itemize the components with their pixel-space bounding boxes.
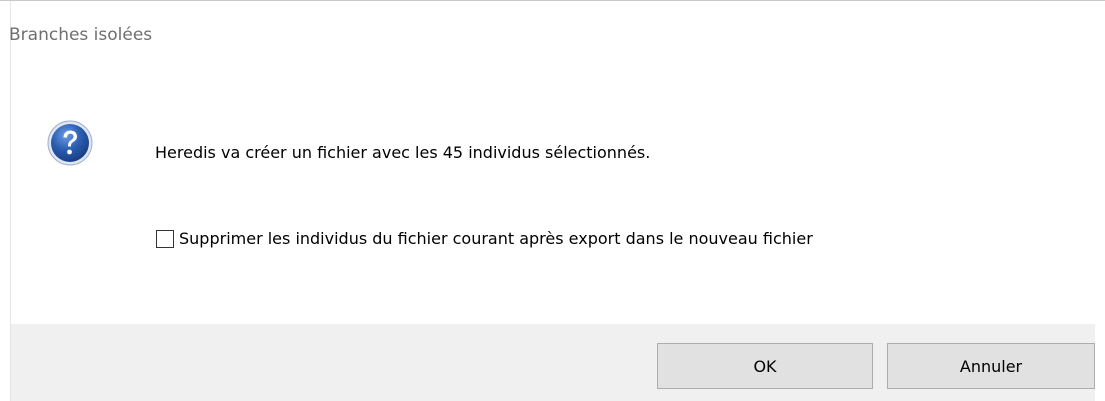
dialog-message: Heredis va créer un fichier avec les 45 …: [155, 143, 651, 162]
cancel-button[interactable]: Annuler: [887, 343, 1095, 389]
window-title: Branches isolées: [9, 25, 153, 45]
delete-after-export-option[interactable]: Supprimer les individus du fichier coura…: [156, 229, 813, 248]
question-icon: [46, 119, 94, 167]
delete-after-export-label[interactable]: Supprimer les individus du fichier coura…: [179, 229, 813, 248]
delete-after-export-checkbox[interactable]: [156, 229, 174, 248]
ok-button[interactable]: OK: [657, 343, 873, 389]
dialog-window: Branches isolées Heredis va créer un fic…: [0, 0, 1105, 401]
